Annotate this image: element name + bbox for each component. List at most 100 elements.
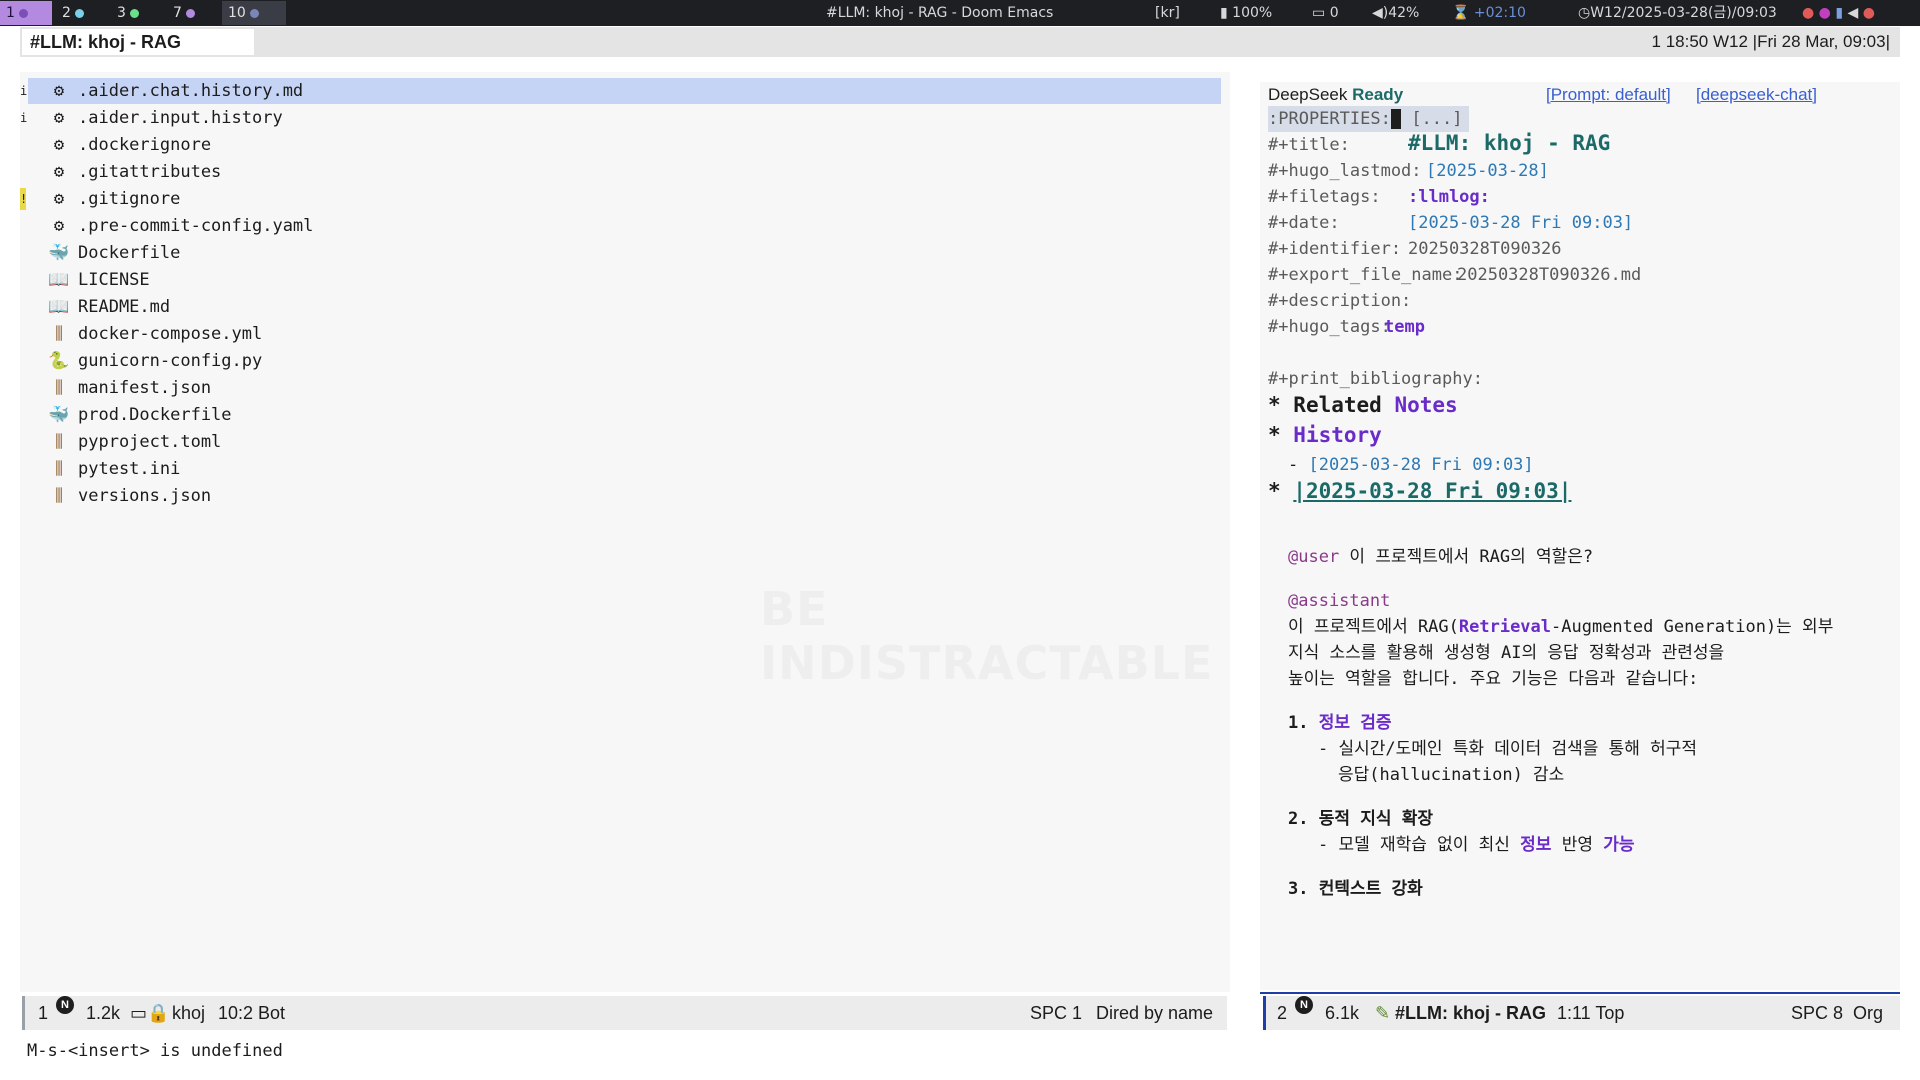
file-row[interactable]: 🐳 Dockerfile <box>20 240 1220 266</box>
docker-icon: 🐳 <box>48 243 70 263</box>
list-item-3: 3. 컨텍스트 강화 <box>1288 879 1423 899</box>
speaker-icon: ◀) <box>1372 5 1389 21</box>
sliders-icon: ⫼ <box>55 378 63 398</box>
folder-lock-icon: ▭🔒 <box>130 1003 170 1023</box>
book-icon: 📖 <box>48 270 70 290</box>
assistant-line-2: 지식 소스를 활용해 생성형 AI의 응답 정확성과 관련성을 <box>1288 643 1725 663</box>
export-keyword: #+export_file_name: <box>1268 265 1463 285</box>
file-name[interactable]: .pre-commit-config.yaml <box>78 213 313 239</box>
org-buffer[interactable]: DeepSeek Ready [Prompt: default] [deepse… <box>1260 82 1900 990</box>
workspace-dot-icon <box>249 8 259 18</box>
volume-indicator[interactable]: ◀)42% <box>1372 0 1419 26</box>
lastmod-date[interactable]: [2025-03-28] <box>1426 158 1549 184</box>
gear-icon: ⚙ <box>53 108 65 128</box>
heading-timestamp[interactable]: * |2025-03-28 Fri 09:03| <box>1268 478 1571 504</box>
file-name[interactable]: LICENSE <box>78 267 150 293</box>
hourglass-icon: ⌛ <box>1452 5 1470 21</box>
gptel-header: DeepSeek Ready <box>1268 85 1404 104</box>
file-row[interactable]: i ⚙ .aider.input.history <box>20 105 1220 131</box>
file-row[interactable]: 🐳 prod.Dockerfile <box>20 402 1220 428</box>
file-row[interactable]: ! ⚙ .gitignore <box>20 186 1220 212</box>
workspace-10[interactable]: 10 <box>222 1 286 25</box>
clock-icon: ◷ <box>1578 5 1591 21</box>
dired-buffer[interactable]: i ⚙ .aider.chat.history.md i ⚙ .aider.input.h… <box>20 72 1230 992</box>
file-row[interactable]: ⚙ .gitattributes <box>20 159 1220 185</box>
identifier-keyword: #+identifier: <box>1268 239 1402 259</box>
gear-icon: ⚙ <box>53 81 65 101</box>
normal-state-icon: N <box>1295 996 1313 1014</box>
file-row[interactable]: ⫼ pytest.ini <box>20 456 1220 482</box>
file-name[interactable]: docker-compose.yml <box>78 321 262 347</box>
workspace-1[interactable]: 1 <box>0 1 52 25</box>
file-name[interactable]: .aider.input.history <box>78 105 283 131</box>
file-mark <box>20 350 26 372</box>
file-mark <box>20 323 26 345</box>
file-row[interactable]: 📖 README.md <box>20 294 1220 320</box>
notifications-indicator[interactable]: ▭ 0 <box>1312 0 1339 26</box>
tray-app-icon[interactable]: ● <box>1863 5 1875 21</box>
tray-icons[interactable]: ● ● ▮ ◀ ● <box>1802 0 1875 26</box>
signal-icon[interactable]: ▮ <box>1835 5 1843 21</box>
file-row[interactable]: 🐍 gunicorn-config.py <box>20 348 1220 374</box>
file-row[interactable]: ⫼ versions.json <box>20 483 1220 509</box>
model-selector[interactable]: [deepseek-chat] <box>1696 82 1817 108</box>
identifier-value: 20250328T090326 <box>1408 239 1562 259</box>
file-row[interactable]: 📖 LICENSE <box>20 267 1220 293</box>
gear-icon: ⚙ <box>53 216 65 236</box>
cursor-position: 1:11 Top <box>1557 1003 1625 1023</box>
keyboard-layout[interactable]: [kr] <box>1155 0 1180 26</box>
watermark-text: BE INDISTRACTABLE <box>760 582 1214 690</box>
export-value: 20250328T090326.md <box>1457 265 1642 285</box>
file-name[interactable]: manifest.json <box>78 375 211 401</box>
minibuffer-message: M-s-<insert> is undefined <box>27 1041 283 1061</box>
prompt-selector[interactable]: [Prompt: default] <box>1546 82 1671 108</box>
file-name[interactable]: .aider.chat.history.md <box>78 78 303 104</box>
history-item[interactable]: - [2025-03-28 Fri 09:03] <box>1288 452 1534 478</box>
hugo-tags-keyword: #+hugo_tags: <box>1268 317 1391 337</box>
file-name[interactable]: README.md <box>78 294 170 320</box>
file-row[interactable]: ⫼ docker-compose.yml <box>20 321 1220 347</box>
file-name[interactable]: gunicorn-config.py <box>78 348 262 374</box>
system-top-bar: 1 2 3 7 10 #LLM: khoj - RAG - Doom Emacs… <box>0 0 1920 26</box>
sliders-icon: ⫼ <box>55 324 63 344</box>
filetags-value: :llmlog: <box>1408 187 1490 207</box>
gear-icon: ⚙ <box>53 135 65 155</box>
workspace-dot-icon <box>185 8 195 18</box>
file-mark <box>20 242 26 264</box>
hugo-tags-value: temp <box>1384 317 1425 337</box>
file-name[interactable]: Dockerfile <box>78 240 180 266</box>
file-name[interactable]: .gitignore <box>78 186 180 212</box>
file-mark <box>20 485 26 507</box>
heading-history[interactable]: * History <box>1268 422 1382 448</box>
file-name[interactable]: .dockerignore <box>78 132 211 158</box>
file-name[interactable]: pytest.ini <box>78 456 180 482</box>
tab-bar-clock: 1 18:50 W12 |Fri 28 Mar, 09:03| <box>1651 32 1890 51</box>
file-row[interactable]: ⚙ .pre-commit-config.yaml <box>20 213 1220 239</box>
workspace-7[interactable]: 7 <box>167 1 221 25</box>
active-window-border <box>1260 992 1900 994</box>
file-row[interactable]: ⚙ .dockerignore <box>20 132 1220 158</box>
file-name[interactable]: prod.Dockerfile <box>78 402 232 428</box>
heading-related-notes[interactable]: * Related Notes <box>1268 392 1458 418</box>
file-mark <box>20 377 26 399</box>
timer-indicator: ⌛ +02:10 <box>1452 5 1526 21</box>
file-row[interactable]: i ⚙ .aider.chat.history.md <box>20 78 1220 104</box>
file-name[interactable]: versions.json <box>78 483 211 509</box>
workspace-3[interactable]: 3 <box>111 1 165 25</box>
properties-drawer[interactable]: :PROPERTIES: [...] <box>1268 106 1469 132</box>
tray-app-icon[interactable]: ● <box>1819 5 1831 21</box>
keybinding-hint: SPC 1 <box>1030 1003 1083 1023</box>
file-row[interactable]: ⫼ pyproject.toml <box>20 429 1220 455</box>
file-row[interactable]: ⫼ manifest.json <box>20 375 1220 401</box>
date-value[interactable]: [2025-03-28 Fri 09:03] <box>1408 210 1633 236</box>
file-mark <box>20 404 26 426</box>
sliders-icon: ⫼ <box>55 486 63 506</box>
dired-modeline: 1 N 1.2k ▭🔒 khoj 10:2 Bot SPC 1 Dired by… <box>22 996 1227 1030</box>
tray-app-icon[interactable]: ● <box>1802 5 1814 21</box>
tab-title[interactable]: #LLM: khoj - RAG <box>22 29 254 55</box>
title-keyword: #+title: <box>1268 135 1350 155</box>
file-name[interactable]: pyproject.toml <box>78 429 221 455</box>
workspace-2[interactable]: 2 <box>56 1 110 25</box>
speaker-icon[interactable]: ◀ <box>1848 5 1859 21</box>
file-name[interactable]: .gitattributes <box>78 159 221 185</box>
